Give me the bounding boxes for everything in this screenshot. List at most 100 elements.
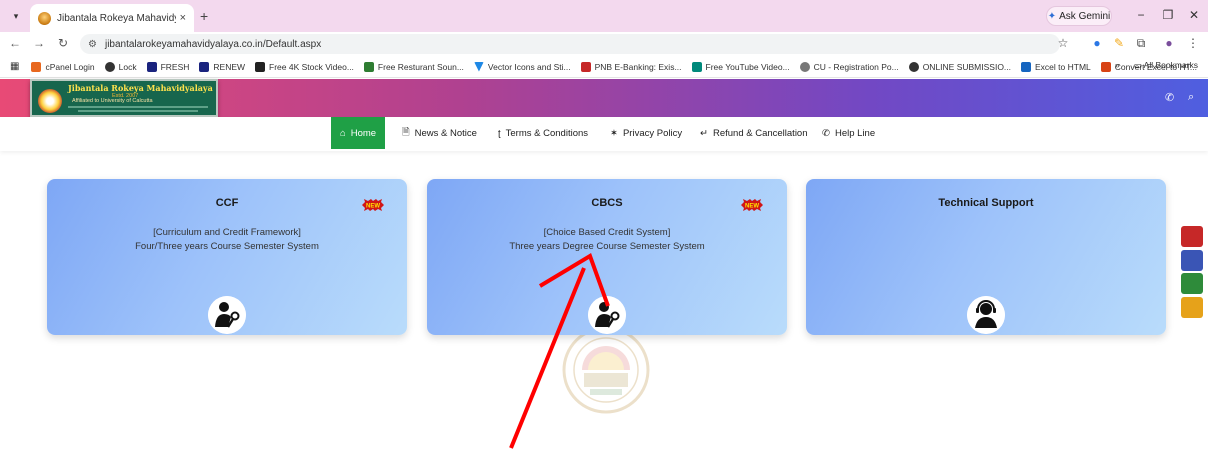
card-title: CCF bbox=[215, 197, 239, 209]
reload-icon[interactable]: ↻ bbox=[56, 36, 70, 50]
extensions-puzzle-icon[interactable]: ⧉ bbox=[1134, 36, 1148, 51]
video-download-icon bbox=[691, 61, 702, 72]
cpanel-icon bbox=[31, 61, 42, 72]
browser-toolbar: ← → ↻ ⚙ jibantalarokeyamahavidyalaya.co.… bbox=[0, 32, 1208, 56]
tab-title: Jibantala Rokeya Mahavidyala bbox=[57, 12, 176, 24]
site-settings-icon[interactable]: ⚙ bbox=[88, 39, 97, 50]
card-subtitle: [Curriculum and Credit Framework] bbox=[153, 227, 301, 238]
nav-refund-cancellation[interactable]: ↵ Refund & Cancellation bbox=[700, 117, 808, 149]
bookmark-item[interactable]: Free Resturant Soun... bbox=[363, 61, 464, 72]
bookmark-item[interactable]: FRESH bbox=[146, 61, 189, 72]
bookmark-star-icon[interactable]: ☆ bbox=[1056, 36, 1070, 50]
side-link-4-icon[interactable] bbox=[1181, 297, 1203, 318]
main-nav: ⌂ Home 🗎 News & Notice ʈ Terms & Conditi… bbox=[0, 117, 1208, 151]
side-link-2-icon[interactable] bbox=[1181, 250, 1203, 271]
nav-privacy-policy[interactable]: ✶ Privacy Policy bbox=[610, 117, 682, 149]
card-title: Technical Support bbox=[938, 197, 1034, 209]
profile-avatar-icon[interactable]: ● bbox=[1162, 36, 1176, 50]
card-description: Three years Degree Course Semester Syste… bbox=[509, 241, 705, 252]
new-tab-button[interactable]: + bbox=[200, 8, 208, 24]
vector-icons-icon bbox=[473, 61, 484, 72]
bookmark-item[interactable]: Free YouTube Video... bbox=[691, 61, 790, 72]
bookmark-item[interactable]: cPanel Login bbox=[31, 61, 95, 72]
nav-home[interactable]: ⌂ Home bbox=[331, 117, 386, 149]
ask-gemini-label: Ask Gemini bbox=[1059, 10, 1111, 22]
search-icon[interactable]: ⌕ bbox=[1188, 91, 1194, 104]
back-arrow-icon[interactable]: ← bbox=[8, 36, 22, 50]
nav-help-line[interactable]: ✆ Help Line bbox=[822, 117, 875, 149]
logo-college-name: Jibantala Rokeya Mahavidyalaya bbox=[68, 83, 213, 93]
address-bar[interactable]: ⚙ jibantalarokeyamahavidyalaya.co.in/Def… bbox=[80, 34, 1060, 54]
cbcs-card[interactable]: CBCS NEW [Choice Based Credit System] Th… bbox=[427, 179, 787, 335]
new-badge-icon: NEW bbox=[362, 199, 384, 211]
forward-arrow-icon[interactable]: → bbox=[32, 36, 46, 50]
user-key-icon bbox=[588, 296, 626, 334]
terms-icon: ʈ bbox=[498, 127, 501, 139]
bookmark-item[interactable]: CU - Registration Po... bbox=[799, 61, 899, 72]
window-close-icon[interactable]: ✕ bbox=[1185, 8, 1203, 22]
logo-decoration bbox=[78, 110, 198, 112]
browser-menu-icon[interactable]: ⋮ bbox=[1186, 36, 1200, 50]
globe-icon bbox=[104, 61, 115, 72]
globe-icon bbox=[908, 61, 919, 72]
bank-icon bbox=[580, 61, 591, 72]
bookmark-item[interactable]: Vector Icons and Sti... bbox=[473, 61, 571, 72]
bookmark-item[interactable]: ONLINE SUBMISSIO... bbox=[908, 61, 1011, 72]
minimize-icon[interactable]: − bbox=[1132, 8, 1150, 22]
stock-video-icon bbox=[255, 61, 266, 72]
home-icon: ⌂ bbox=[340, 127, 346, 139]
logo-decoration bbox=[68, 106, 208, 108]
logo-affiliation: Affiliated to University of Calcutta bbox=[72, 98, 153, 104]
maximize-icon[interactable]: ❐ bbox=[1159, 8, 1177, 22]
card-description: Four/Three years Course Semester System bbox=[135, 241, 319, 252]
card-subtitle: [Choice Based Credit System] bbox=[543, 227, 671, 238]
browser-tab[interactable]: Jibantala Rokeya Mahavidyala × bbox=[30, 4, 194, 32]
new-badge-icon: NEW bbox=[741, 199, 763, 211]
folder-icon: ▭ bbox=[1133, 60, 1144, 70]
tab-close-icon[interactable]: × bbox=[180, 12, 186, 24]
bookmarks-right: » ▭ All Bookmarks bbox=[1115, 60, 1198, 71]
bookmark-item[interactable]: Excel to HTML bbox=[1021, 61, 1091, 72]
college-seal-watermark bbox=[562, 326, 650, 414]
all-bookmarks-folder[interactable]: ▭ All Bookmarks bbox=[1134, 60, 1198, 71]
user-key-icon bbox=[208, 296, 246, 334]
extension-pen-icon[interactable]: ✎ bbox=[1112, 36, 1126, 50]
phone-icon[interactable]: ✆ bbox=[1165, 91, 1174, 104]
side-link-3-icon[interactable] bbox=[1181, 273, 1203, 294]
svg-text:NEW: NEW bbox=[745, 204, 759, 210]
bookmark-item[interactable]: Lock bbox=[104, 61, 137, 72]
technical-support-card[interactable]: Technical Support bbox=[806, 179, 1166, 335]
tab-search-icon[interactable]: ▾ bbox=[8, 8, 24, 24]
side-link-1-icon[interactable] bbox=[1181, 226, 1203, 247]
bookmark-site-icon bbox=[146, 61, 157, 72]
university-icon bbox=[799, 61, 810, 72]
sound-site-icon bbox=[363, 61, 374, 72]
college-emblem-icon bbox=[38, 89, 62, 113]
return-icon: ↵ bbox=[700, 127, 708, 139]
privacy-icon: ✶ bbox=[610, 127, 618, 139]
address-url: jibantalarokeyamahavidyalaya.co.in/Defau… bbox=[104, 38, 322, 50]
bookmarks-bar: ▦ cPanel Login Lock FRESH RENEW Free 4K … bbox=[0, 56, 1208, 78]
card-title: CBCS bbox=[591, 197, 623, 209]
nav-news-notice[interactable]: 🗎 News & Notice bbox=[402, 117, 477, 149]
site-header: Jibantala Rokeya Mahavidyalaya Estd. 200… bbox=[0, 79, 1208, 117]
bookmarks-overflow-button[interactable]: » bbox=[1115, 60, 1120, 71]
college-logo[interactable]: Jibantala Rokeya Mahavidyalaya Estd. 200… bbox=[30, 79, 218, 117]
excel-tool-icon bbox=[1021, 61, 1032, 72]
bookmark-item[interactable]: Free 4K Stock Video... bbox=[255, 61, 354, 72]
ccf-card[interactable]: CCF NEW [Curriculum and Credit Framework… bbox=[47, 179, 407, 335]
convert-tool-icon bbox=[1100, 61, 1111, 72]
extension-circle-icon[interactable]: ● bbox=[1090, 36, 1104, 50]
headset-support-icon bbox=[967, 296, 1005, 334]
svg-text:NEW: NEW bbox=[366, 204, 380, 210]
bookmark-item[interactable]: RENEW bbox=[199, 61, 245, 72]
gemini-spark-icon: ✦ bbox=[1047, 10, 1057, 22]
site-favicon-icon bbox=[38, 11, 51, 25]
bookmark-site-icon bbox=[199, 61, 210, 72]
nav-terms-conditions[interactable]: ʈ Terms & Conditions bbox=[498, 117, 588, 149]
browser-tab-strip: ▾ Jibantala Rokeya Mahavidyala × + ✦ Ask… bbox=[0, 0, 1208, 32]
document-icon: 🗎 bbox=[402, 127, 410, 138]
ask-gemini-button[interactable]: ✦ Ask Gemini bbox=[1046, 6, 1112, 26]
apps-grid-icon[interactable]: ▦ bbox=[10, 61, 19, 72]
bookmark-item[interactable]: PNB E-Banking: Exis... bbox=[580, 61, 682, 72]
